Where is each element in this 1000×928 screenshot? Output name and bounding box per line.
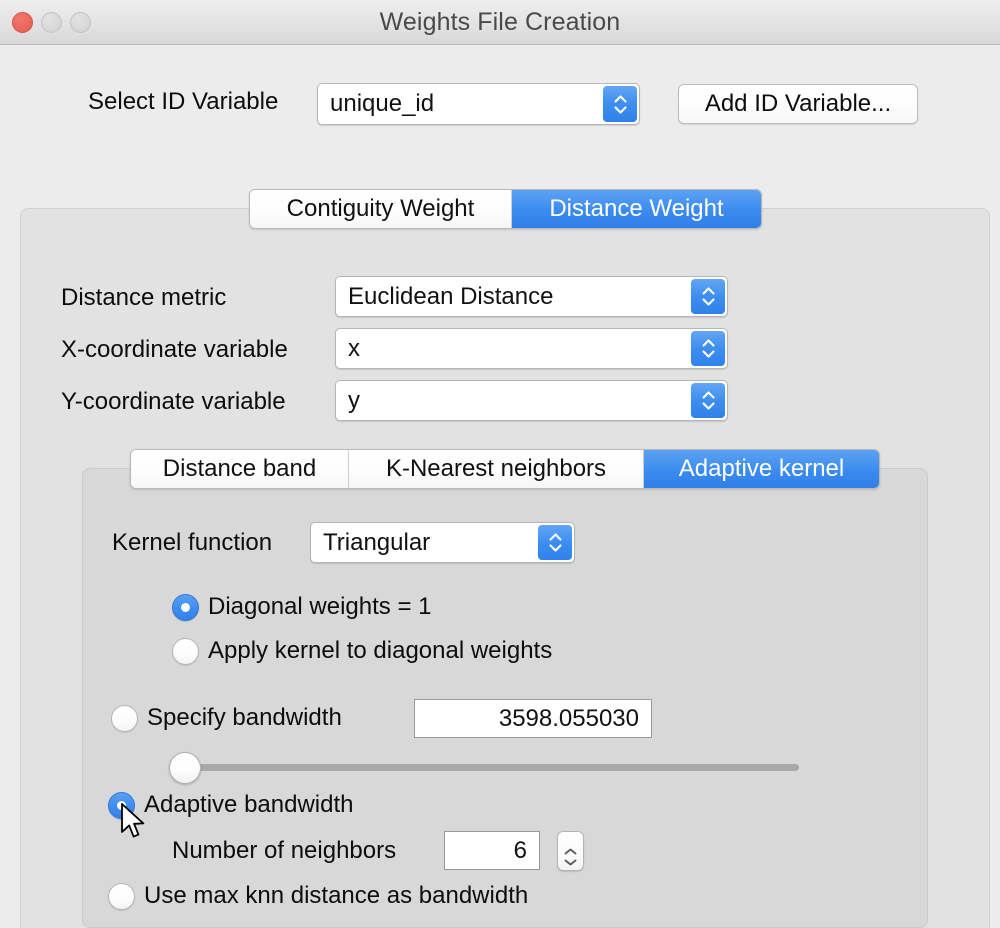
window-titlebar: Weights File Creation [0,0,1000,45]
tab-distance-band[interactable]: Distance band [131,450,349,488]
radio-adaptive-bandwidth-label: Adaptive bandwidth [144,791,354,818]
bandwidth-slider-thumb[interactable] [169,752,201,784]
kernel-function-value: Triangular [323,528,431,556]
chevron-down-icon [701,298,715,306]
radio-specify-bandwidth[interactable]: Specify bandwidth [111,704,342,732]
kernel-function-dropdown[interactable]: Triangular [310,522,575,563]
radio-button-icon[interactable] [172,593,199,621]
chevron-up-icon [613,94,627,103]
weight-type-tabs: Contiguity Weight Distance Weight [249,189,762,229]
chevron-up-icon[interactable] [564,842,577,855]
tab-distance-weight[interactable]: Distance Weight [512,190,761,228]
radio-adaptive-bandwidth[interactable]: Adaptive bandwidth [108,791,353,819]
radio-button-icon[interactable] [108,791,135,819]
distance-metric-stepper-icon[interactable] [691,279,725,314]
number-of-neighbors-value: 6 [513,836,527,864]
chevron-up-icon [701,287,715,295]
bandwidth-input-value: 3598.055030 [498,704,639,732]
radio-use-max-knn-distance[interactable]: Use max knn distance as bandwidth [108,882,528,910]
bandwidth-slider[interactable] [169,752,799,784]
x-coordinate-variable-label: X-coordinate variable [61,336,288,363]
y-coordinate-variable-value: y [348,386,360,414]
weights-file-creation-window: Weights File Creation Select ID Variable… [0,0,1000,928]
kernel-function-label: Kernel function [112,529,273,556]
radio-specify-bandwidth-label: Specify bandwidth [147,704,342,731]
x-coordinate-stepper-icon[interactable] [691,331,725,366]
chevron-down-icon [613,105,627,114]
chevron-up-icon [701,391,715,399]
id-variable-selected-value: unique_id [330,90,435,117]
tab-adaptive-kernel[interactable]: Adaptive kernel [644,450,879,488]
radio-diagonal-weights-one-label: Diagonal weights = 1 [208,593,432,620]
radio-diagonal-weights-one[interactable]: Diagonal weights = 1 [172,593,431,621]
distance-metric-value: Euclidean Distance [348,282,554,310]
id-variable-stepper-icon[interactable] [603,86,637,122]
chevron-up-icon [701,339,715,347]
select-id-variable-label: Select ID Variable [88,88,279,115]
number-of-neighbors-stepper[interactable] [557,831,584,871]
y-coordinate-stepper-icon[interactable] [691,383,725,418]
chevron-down-icon[interactable] [564,853,577,866]
chevron-down-icon [548,544,562,552]
radio-apply-kernel-to-diagonal[interactable]: Apply kernel to diagonal weights [172,637,552,665]
bandwidth-slider-track[interactable] [177,764,799,771]
number-of-neighbors-input[interactable]: 6 [444,831,540,870]
id-variable-dropdown[interactable]: unique_id [317,83,640,125]
radio-use-max-knn-distance-label: Use max knn distance as bandwidth [144,882,529,909]
chevron-down-icon [701,350,715,358]
chevron-up-icon [548,533,562,541]
distance-method-tabs: Distance band K-Nearest neighbors Adapti… [130,449,880,489]
distance-metric-dropdown[interactable]: Euclidean Distance [335,276,728,317]
radio-apply-kernel-to-diagonal-label: Apply kernel to diagonal weights [208,637,553,664]
number-of-neighbors-label: Number of neighbors [172,837,397,864]
distance-metric-label: Distance metric [61,284,227,311]
y-coordinate-variable-label: Y-coordinate variable [61,388,286,415]
bandwidth-input[interactable]: 3598.055030 [414,699,652,738]
radio-button-icon[interactable] [111,704,138,732]
chevron-down-icon [701,402,715,410]
radio-button-icon[interactable] [172,637,199,665]
radio-button-icon[interactable] [108,882,135,910]
tab-contiguity-weight[interactable]: Contiguity Weight [250,190,512,228]
x-coordinate-variable-value: x [348,334,360,362]
window-title: Weights File Creation [379,8,621,36]
x-coordinate-variable-dropdown[interactable]: x [335,328,728,369]
kernel-function-stepper-icon[interactable] [538,525,572,560]
tab-k-nearest-neighbors[interactable]: K-Nearest neighbors [349,450,644,488]
select-id-variable-row: Select ID Variable unique_id Add ID Vari… [0,80,1000,132]
y-coordinate-variable-dropdown[interactable]: y [335,380,728,421]
add-id-variable-button[interactable]: Add ID Variable... [678,84,918,124]
